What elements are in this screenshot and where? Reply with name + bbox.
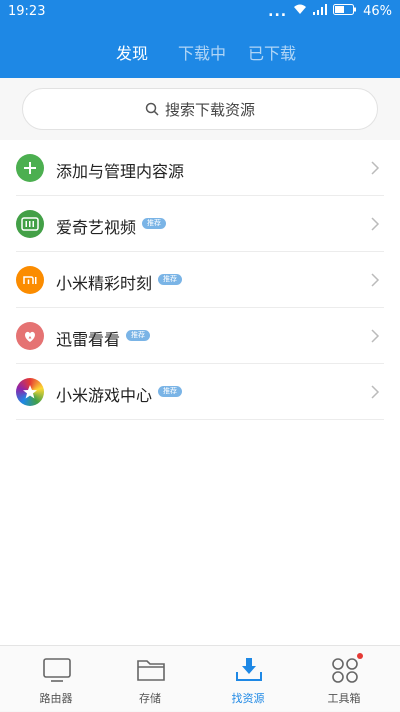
top-tabs: 发现 下载中 已下载	[0, 24, 400, 78]
nav-router[interactable]: 路由器	[6, 646, 106, 712]
bottom-nav: 路由器 存储 找资源 工具箱	[0, 645, 400, 711]
list-item-xunlei[interactable]: 迅雷看看 推荐	[0, 308, 400, 364]
search-input[interactable]: 搜索下载资源	[22, 88, 378, 130]
tab-downloading[interactable]: 下载中	[178, 40, 226, 64]
search-placeholder: 搜索下载资源	[164, 100, 255, 119]
chevron-right-icon	[371, 273, 380, 287]
search-icon	[145, 102, 159, 116]
recommend-badge: 推荐	[158, 274, 182, 285]
list-item-label: 小米游戏中心	[56, 386, 153, 405]
download-tray-icon	[236, 658, 262, 681]
list-item-add-source[interactable]: 添加与管理内容源	[0, 140, 400, 196]
list-item-mi-moments[interactable]: 小米精彩时刻 推荐	[0, 252, 400, 308]
battery-icon	[333, 4, 357, 19]
plus-icon	[16, 154, 44, 182]
more-dots: ...	[268, 3, 288, 20]
status-icons: ... 46%	[268, 4, 392, 19]
list-item-label: 添加与管理内容源	[56, 162, 185, 181]
tab-downloaded[interactable]: 已下载	[248, 40, 296, 64]
nav-find-resources[interactable]: 找资源	[198, 646, 298, 712]
tab-discover[interactable]: 发现	[116, 40, 148, 64]
nav-storage[interactable]: 存储	[100, 646, 200, 712]
nav-label: 找资源	[231, 692, 265, 705]
router-icon	[43, 658, 71, 682]
signal-icon	[313, 4, 328, 19]
search-area: 搜索下载资源	[0, 78, 400, 140]
list-item-label: 爱奇艺视频	[56, 218, 137, 237]
mi-icon	[16, 266, 44, 294]
nav-label: 存储	[139, 692, 161, 705]
nav-label: 路由器	[39, 692, 73, 705]
status-time: 19:23	[8, 4, 46, 19]
recommend-badge: 推荐	[158, 386, 182, 397]
resource-list: 添加与管理内容源 爱奇艺视频 推荐 小米精彩时刻 推荐 迅雷看看 推荐 小米游戏…	[0, 140, 400, 645]
status-bar: 19:23 ... 46%	[0, 0, 400, 24]
list-item-iqiyi[interactable]: 爱奇艺视频 推荐	[0, 196, 400, 252]
list-item-game-center[interactable]: 小米游戏中心 推荐	[0, 364, 400, 420]
nav-toolbox[interactable]: 工具箱	[294, 646, 394, 712]
chevron-right-icon	[371, 161, 380, 175]
recommend-badge: 推荐	[142, 218, 166, 229]
divider	[16, 419, 384, 420]
chevron-right-icon	[371, 217, 380, 231]
battery-percent: 46%	[363, 4, 392, 19]
chevron-right-icon	[371, 329, 380, 343]
iqiyi-icon	[16, 210, 44, 238]
xunlei-icon	[16, 322, 44, 350]
notification-dot	[357, 653, 363, 659]
wifi-icon	[293, 4, 307, 19]
star-icon	[16, 378, 44, 406]
folder-icon	[137, 660, 165, 681]
list-item-label: 小米精彩时刻	[56, 274, 153, 293]
chevron-right-icon	[371, 385, 380, 399]
toolbox-icon	[332, 658, 358, 683]
nav-label: 工具箱	[327, 692, 361, 705]
recommend-badge: 推荐	[126, 330, 150, 341]
list-item-label: 迅雷看看	[56, 330, 121, 349]
